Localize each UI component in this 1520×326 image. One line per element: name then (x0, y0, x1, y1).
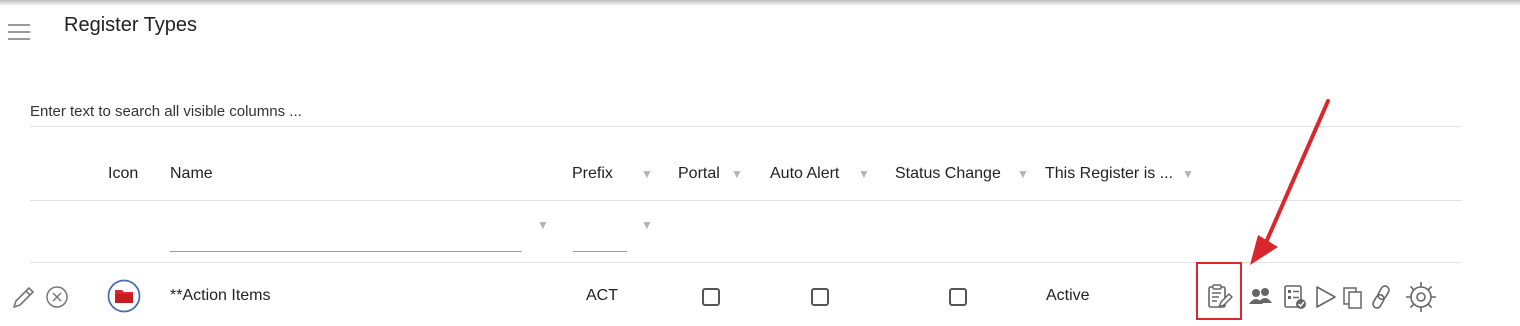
highlight-box (1196, 262, 1242, 320)
auto-alert-filter-icon[interactable]: ▼ (858, 167, 870, 181)
name-filter-input[interactable] (170, 226, 526, 252)
users-icon[interactable] (1246, 282, 1276, 312)
top-shadow (0, 0, 1520, 6)
checklist-icon[interactable] (1280, 282, 1310, 312)
column-header-prefix[interactable]: Prefix (572, 165, 613, 183)
row-status: Active (1046, 287, 1090, 304)
this-register-is-filter-icon[interactable]: ▼ (1182, 167, 1194, 181)
column-header-auto-alert[interactable]: Auto Alert (770, 165, 839, 183)
folder-icon (107, 279, 141, 313)
prefix-filter-input[interactable] (573, 226, 629, 252)
page-title: Register Types (64, 14, 198, 36)
row-prefix: ACT (586, 287, 618, 304)
play-icon[interactable] (1310, 282, 1340, 312)
column-header-portal[interactable]: Portal (678, 165, 720, 183)
hamburger-menu-icon[interactable] (8, 24, 30, 40)
portal-checkbox[interactable] (702, 288, 720, 306)
prefix-filter-icon[interactable]: ▼ (641, 167, 653, 181)
link-icon[interactable] (1366, 282, 1396, 312)
annotation-arrow-icon (1250, 99, 1330, 265)
status-change-filter-icon[interactable]: ▼ (1017, 167, 1029, 181)
settings-gear-icon[interactable] (1403, 279, 1439, 315)
row-name[interactable]: **Action Items (170, 287, 270, 305)
copy-icon[interactable] (1338, 282, 1368, 312)
delete-circle-x-icon[interactable] (45, 285, 69, 309)
name-filter-underline (170, 251, 522, 252)
portal-filter-icon[interactable]: ▼ (731, 167, 743, 181)
edit-pencil-icon[interactable] (10, 283, 38, 311)
column-header-name[interactable]: Name (170, 165, 213, 183)
column-header-icon: Icon (108, 165, 139, 182)
column-header-this-register-is[interactable]: This Register is ... (1045, 165, 1173, 183)
prefix-filter-underline (573, 251, 627, 252)
auto-alert-checkbox[interactable] (811, 288, 829, 306)
status-change-checkbox[interactable] (949, 288, 967, 306)
name-filter-icon[interactable]: ▼ (537, 218, 549, 232)
column-header-status-change[interactable]: Status Change (895, 165, 1001, 183)
prefix-filter-row-icon[interactable]: ▼ (641, 218, 653, 232)
